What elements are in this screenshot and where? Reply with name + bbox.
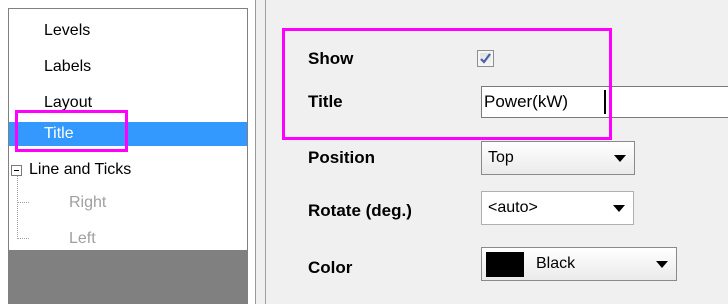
show-label: Show bbox=[308, 49, 354, 68]
position-select-value: Top bbox=[488, 149, 514, 166]
rotate-label: Rotate (deg.) bbox=[308, 201, 412, 220]
checkmark-icon bbox=[480, 53, 491, 64]
chevron-down-icon bbox=[656, 261, 668, 268]
panel-splitter[interactable] bbox=[256, 0, 266, 304]
tree-item-line-and-ticks[interactable]: Line and Ticks bbox=[29, 158, 131, 182]
position-label: Position bbox=[308, 148, 376, 167]
color-select-value: Black bbox=[536, 255, 576, 272]
text-caret bbox=[604, 90, 606, 114]
color-select[interactable]: Black bbox=[481, 247, 677, 281]
collapse-icon[interactable] bbox=[11, 165, 22, 176]
tree-item-levels[interactable]: Levels bbox=[44, 19, 90, 43]
tree-empty-area bbox=[9, 250, 247, 304]
tree-item-title[interactable]: Title bbox=[9, 122, 247, 146]
rotate-select-value: <auto> bbox=[488, 199, 538, 216]
tree-item-layout[interactable]: Layout bbox=[44, 91, 92, 115]
rotate-select[interactable]: <auto> bbox=[481, 191, 634, 225]
title-label: Title bbox=[308, 92, 343, 111]
position-select[interactable]: Top bbox=[481, 141, 635, 175]
tree-item-right[interactable]: Right bbox=[69, 191, 106, 215]
chevron-down-icon bbox=[613, 205, 625, 212]
color-label: Color bbox=[308, 258, 353, 277]
show-checkbox[interactable] bbox=[477, 50, 494, 67]
tree-item-labels[interactable]: Labels bbox=[44, 55, 91, 79]
tree-panel: Levels Labels Layout Title Line and Tick… bbox=[0, 0, 256, 304]
color-swatch bbox=[486, 252, 524, 277]
tree-connector bbox=[17, 238, 29, 239]
tree-connector bbox=[17, 176, 18, 239]
tree-connector bbox=[17, 202, 29, 203]
chevron-down-icon bbox=[614, 155, 626, 162]
tree-view: Levels Labels Layout Title Line and Tick… bbox=[8, 8, 248, 304]
tree-item-left[interactable]: Left bbox=[69, 227, 96, 251]
property-panel: Show Title Position Top Rotate (deg.) <a… bbox=[266, 0, 728, 304]
